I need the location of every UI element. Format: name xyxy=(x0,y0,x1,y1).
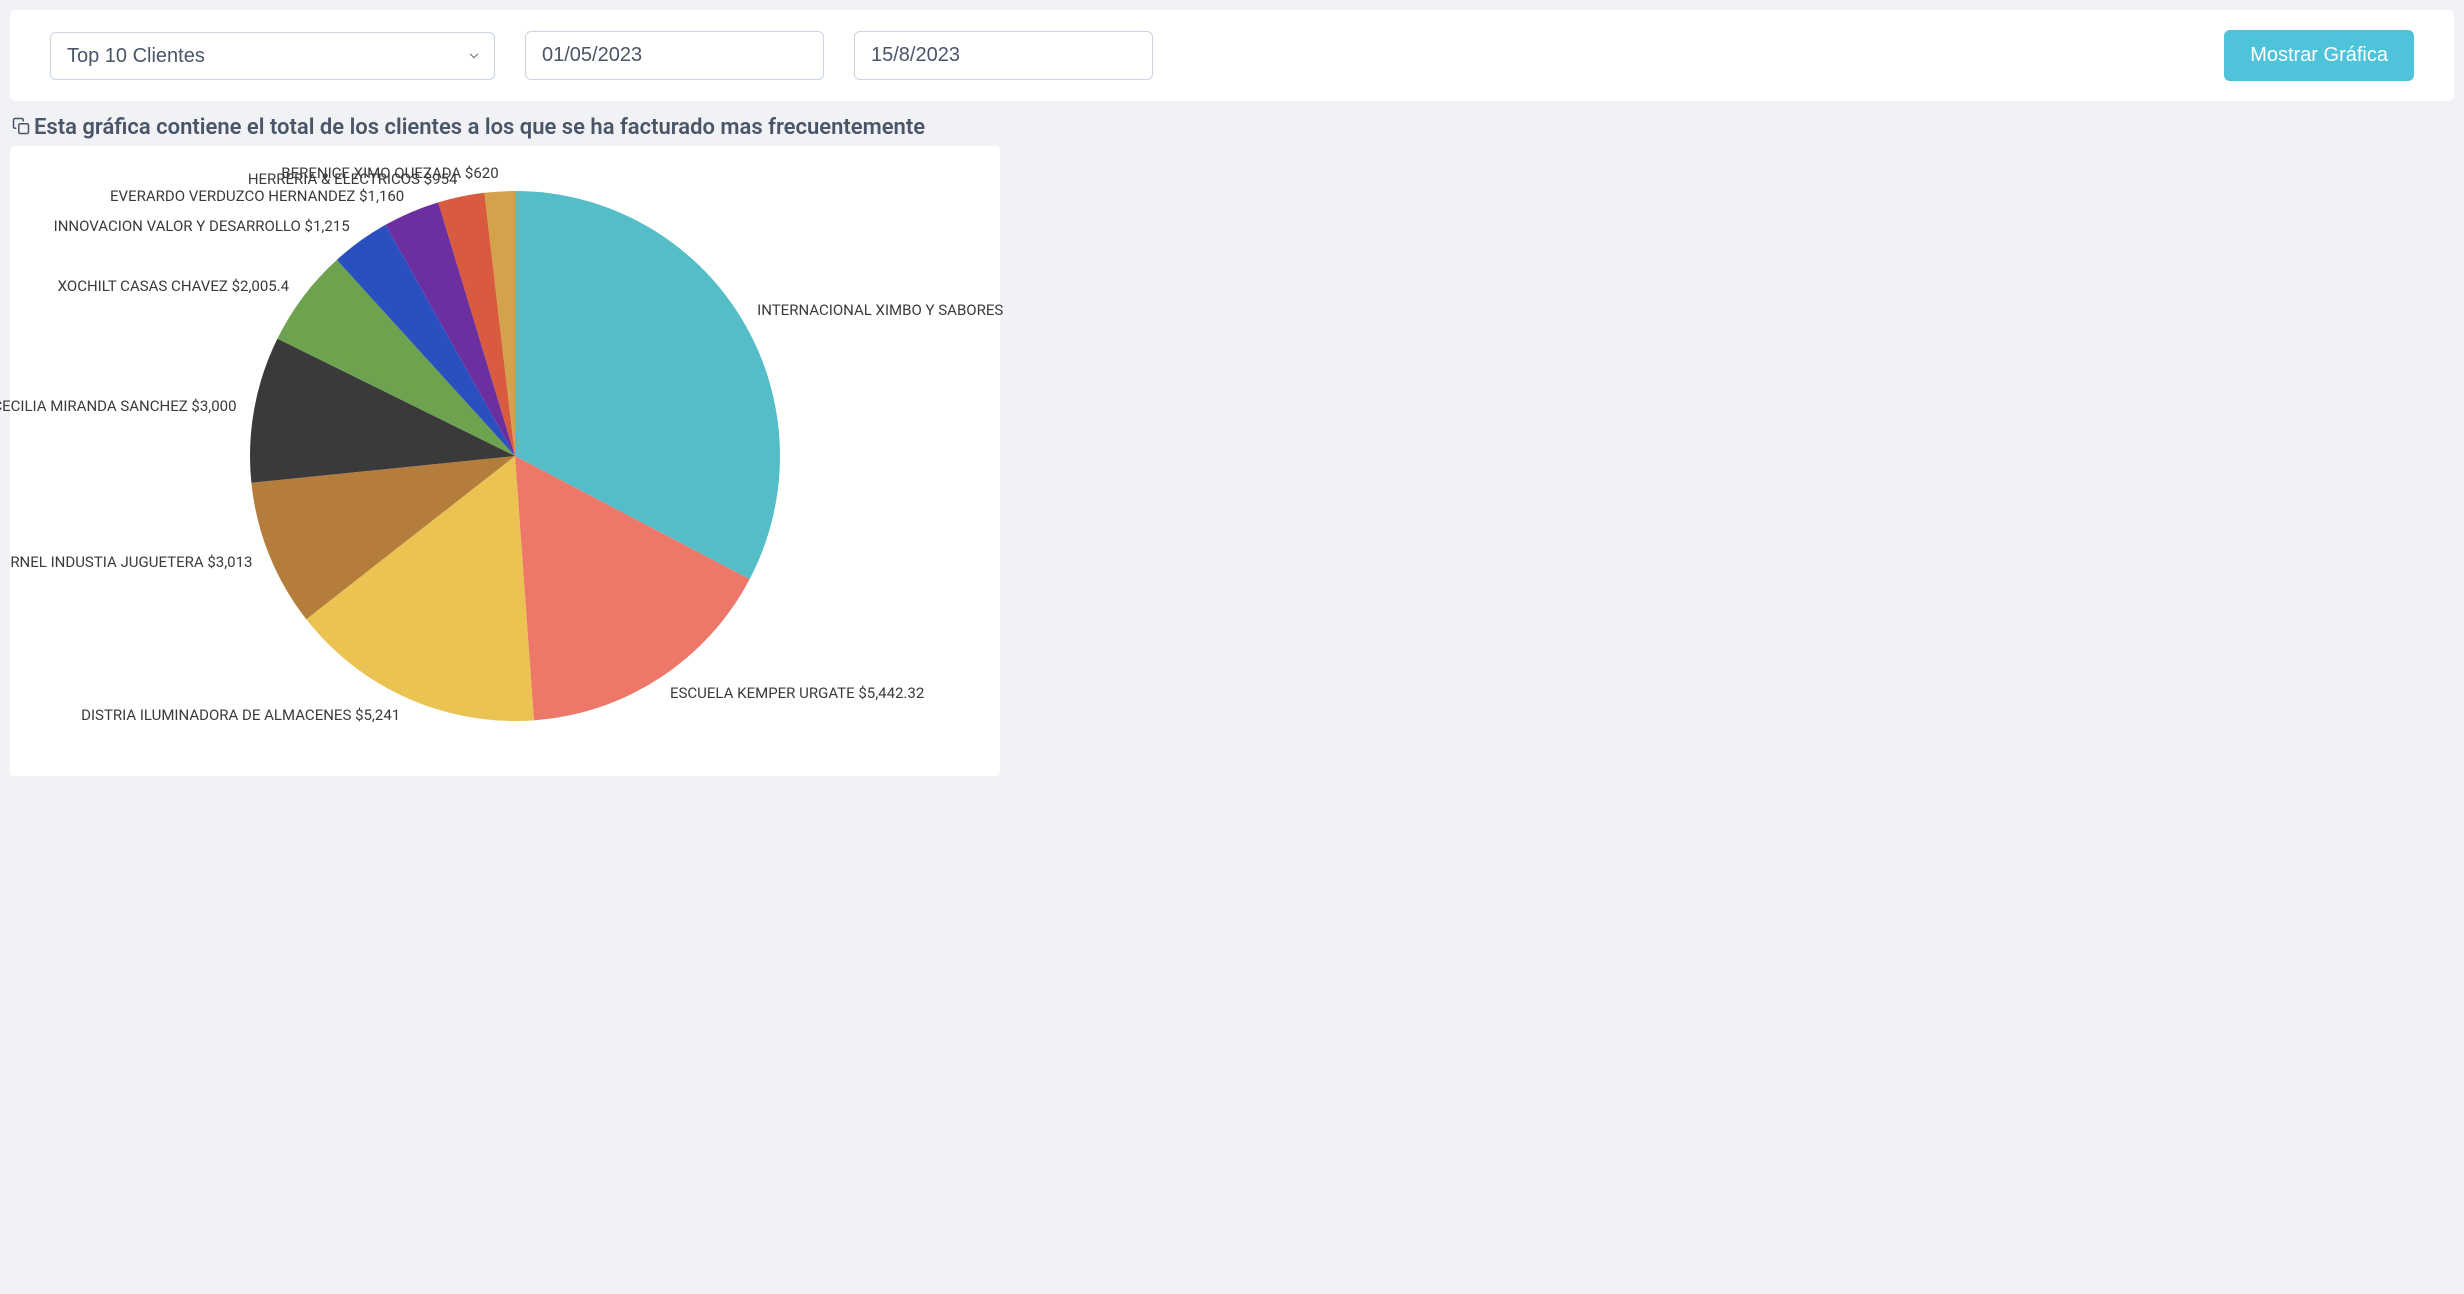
slice-label: EVERARDO VERDUZCO HERNANDEZ $1,160 xyxy=(110,187,404,205)
copy-icon xyxy=(12,117,30,139)
slice-label: CECILIA MIRANDA SANCHEZ $3,000 xyxy=(0,397,237,415)
chart-card: INTERNACIONAL XIMBO Y SABORES ESCUELA KEM… xyxy=(10,146,1000,776)
slice-label: DISTRIA ILUMINADORA DE ALMACENES $5,241 xyxy=(81,706,400,724)
slice-label: RNEL INDUSTIA JUGUETERA $3,013 xyxy=(10,553,252,571)
slice-label: BERENICE XIMO QUEZADA $620 xyxy=(281,164,498,182)
description-row: Esta gráfica contiene el total de los cl… xyxy=(12,115,2454,140)
slice-label: ESCUELA KEMPER URGATE $5,442.32 xyxy=(670,684,924,702)
slice-label: XOCHILT CASAS CHAVEZ $2,005.4 xyxy=(58,277,289,295)
show-chart-button[interactable]: Mostrar Gráfica xyxy=(2224,30,2414,81)
filter-bar: Top 10 Clientes Mostrar Gráfica xyxy=(10,10,2454,101)
pie-chart: INTERNACIONAL XIMBO Y SABORES ESCUELA KEM… xyxy=(10,146,1000,776)
pie-svg xyxy=(245,186,785,726)
slice-label: INTERNACIONAL XIMBO Y SABORES xyxy=(757,301,1003,319)
description-text: Esta gráfica contiene el total de los cl… xyxy=(34,115,925,140)
date-to-input[interactable] xyxy=(854,31,1153,80)
report-select[interactable]: Top 10 Clientes xyxy=(50,32,495,80)
report-select-wrap: Top 10 Clientes xyxy=(50,32,495,80)
slice-label: INNOVACION VALOR Y DESARROLLO $1,215 xyxy=(54,217,350,235)
date-from-input[interactable] xyxy=(525,31,824,80)
